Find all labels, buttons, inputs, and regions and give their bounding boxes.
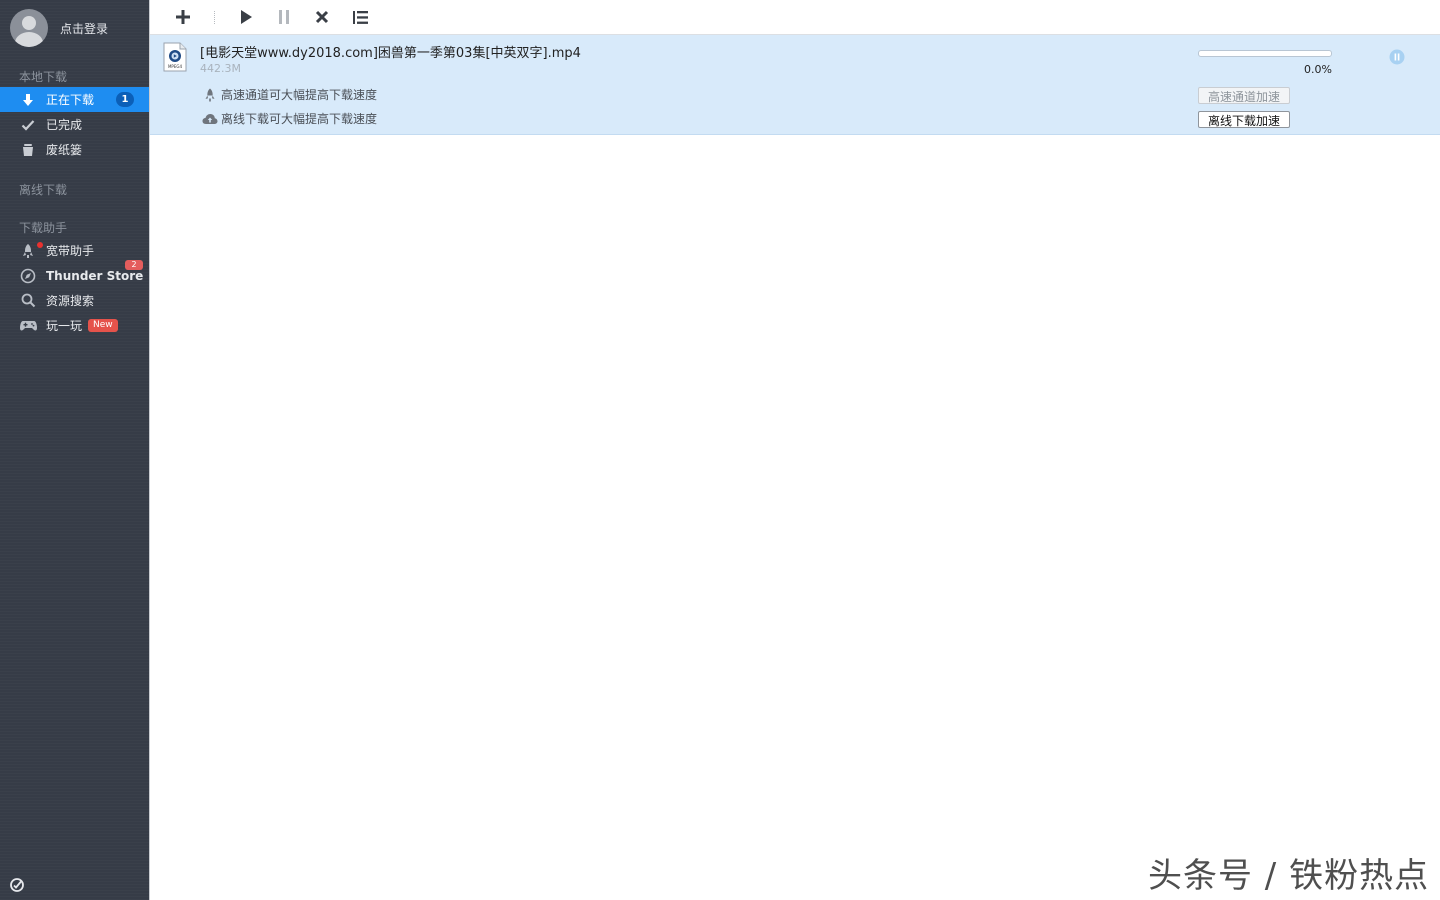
sidebar-item-games[interactable]: 玩一玩 New [0, 313, 149, 338]
sort-list-button[interactable] [349, 7, 371, 27]
offline-accelerate-button[interactable]: 离线下载加速 [1198, 111, 1290, 128]
plus-icon [176, 10, 190, 24]
play-icon [241, 10, 252, 24]
toolbar-separator [214, 11, 216, 24]
download-task-row[interactable]: MPEG4 [电影天堂www.dy2018.com]困兽第一季第03集[中英双字… [150, 35, 1440, 135]
pause-icon [279, 10, 289, 24]
download-arrow-icon [19, 91, 37, 109]
section-title-offline[interactable]: 离线下载 [19, 181, 67, 198]
rocket-icon [19, 242, 37, 260]
offline-hint-text: 离线下载可大幅提高下载速度 [221, 112, 378, 126]
sidebar-item-label: 玩一玩 [46, 319, 83, 333]
task-file-name: [电影天堂www.dy2018.com]困兽第一季第03集[中英双字].mp4 [200, 46, 581, 61]
file-type-label: MPEG4 [167, 64, 183, 69]
mp4-file-icon: MPEG4 [163, 42, 187, 72]
sidebar-item-label: 正在下载 [46, 93, 95, 107]
pause-button[interactable] [273, 7, 295, 27]
avatar[interactable] [10, 9, 48, 47]
sidebar: 点击登录 本地下载 正在下载 1 已完成 废纸篓 离线下载 下载助手 宽带助手 … [0, 0, 149, 900]
task-pause-button[interactable] [1389, 49, 1405, 65]
rocket-icon [202, 88, 218, 102]
sidebar-item-label: 宽带助手 [46, 244, 95, 258]
sidebar-item-label: 废纸篓 [46, 143, 83, 157]
close-icon [315, 10, 329, 24]
sidebar-item-downloading[interactable]: 正在下载 1 [0, 87, 149, 112]
download-count-badge: 1 [116, 92, 134, 107]
login-link[interactable]: 点击登录 [60, 20, 108, 37]
sidebar-item-label: 资源搜索 [46, 294, 95, 308]
start-button[interactable] [235, 7, 257, 27]
gamepad-icon [19, 317, 37, 335]
delete-button[interactable] [311, 7, 333, 27]
highspeed-hint: 高速通道可大幅提高下载速度 [202, 86, 377, 103]
search-icon [19, 292, 37, 310]
task-file-size: 442.3M [200, 62, 241, 75]
list-sort-icon [352, 10, 368, 24]
new-badge: New [88, 319, 118, 332]
pause-circle-icon [1389, 49, 1405, 65]
sidebar-divider [149, 0, 150, 900]
progress-bar [1198, 50, 1332, 57]
offline-hint: 离线下载可大幅提高下载速度 [202, 110, 377, 127]
section-title-local: 本地下载 [19, 70, 68, 84]
toolbar [150, 0, 1440, 35]
store-compass-icon [19, 267, 37, 285]
add-task-button[interactable] [172, 7, 194, 27]
trash-icon [19, 141, 37, 159]
progress-percent: 0.0% [1304, 63, 1332, 76]
section-title-helper: 下载助手 [19, 221, 68, 235]
sidebar-item-label: Thunder Store [46, 268, 144, 283]
sidebar-item-completed[interactable]: 已完成 [0, 112, 149, 137]
store-badge: 2 [125, 260, 143, 270]
check-icon [19, 116, 37, 134]
watermark: 头条号 / 铁粉热点 [1148, 856, 1430, 896]
sidebar-item-resource-search[interactable]: 资源搜索 [0, 288, 149, 313]
notification-dot [37, 242, 43, 248]
cloud-upload-icon [202, 112, 218, 126]
highspeed-accelerate-button[interactable]: 高速通道加速 [1198, 87, 1290, 104]
speed-monitor-icon[interactable] [9, 877, 25, 893]
sidebar-item-trash[interactable]: 废纸篓 [0, 137, 149, 162]
sidebar-item-label: 已完成 [46, 118, 83, 132]
highspeed-hint-text: 高速通道可大幅提高下载速度 [221, 88, 378, 102]
sidebar-item-thunder-store[interactable]: Thunder Store 2 [0, 260, 149, 288]
